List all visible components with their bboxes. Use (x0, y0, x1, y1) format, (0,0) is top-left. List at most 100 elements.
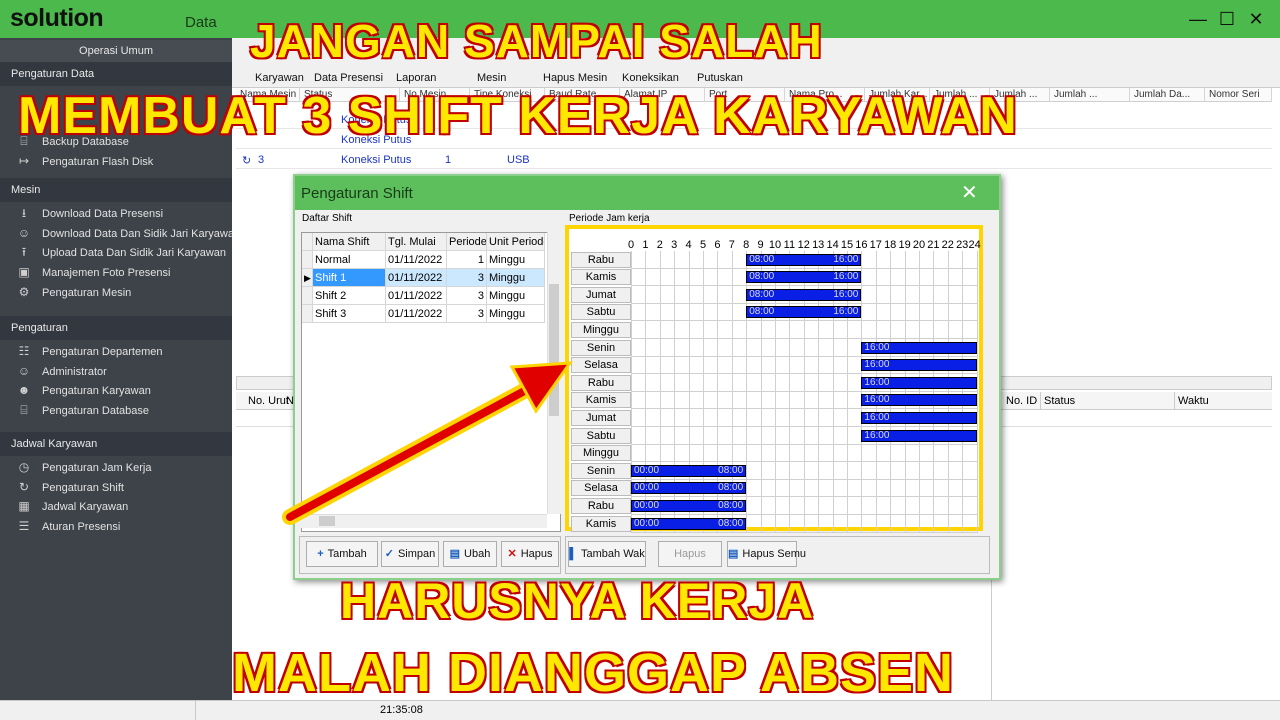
shift-cell-unit[interactable]: Minggu (487, 305, 545, 323)
toolbar-data-presensi-button[interactable]: Data Presensi (314, 72, 383, 84)
shift-cell-start[interactable]: 01/11/2022 (386, 251, 447, 269)
grid-line (631, 514, 977, 515)
simpan-button[interactable]: ✓ Simpan (381, 541, 439, 567)
sidebar-item-aturan-presensi[interactable]: ☰ Aturan Presensi (14, 517, 121, 535)
periode-label: Periode Jam kerja (569, 213, 650, 224)
toolbar-mesin-button[interactable]: Mesin (477, 72, 506, 84)
gear-icon: ⚙ (18, 284, 30, 299)
hapus-semua-button[interactable]: ▤ Hapus Semu (727, 541, 806, 567)
hapus-button[interactable]: ✕ Hapus (501, 541, 559, 567)
shift-time-bar[interactable]: 16:00 (861, 411, 977, 424)
sidebar-item-label: Pengaturan Departemen (42, 346, 163, 358)
device-status: Koneksi Putus (341, 154, 412, 166)
menu-data[interactable]: Data (185, 14, 217, 31)
shift-time-bar[interactable]: 08:00 16:00 (746, 288, 862, 301)
shift-cell-unit[interactable]: Minggu (487, 287, 545, 305)
shift-time-bar[interactable]: 16:00 (861, 376, 977, 389)
row-indicator[interactable]: ▶ (302, 269, 313, 287)
maximize-icon[interactable]: ☐ (1214, 6, 1240, 32)
bar-end-label: 16:00 (833, 271, 859, 283)
bar-end-label: 08:00 (718, 499, 744, 511)
lower-header-no-id: No. ID (1006, 395, 1038, 407)
shift-time-bar[interactable]: 00:00 08:00 (631, 517, 747, 530)
shift-cell-period[interactable]: 1 (447, 251, 487, 269)
toolbar-karyawan-button[interactable]: Karyawan (255, 72, 304, 84)
sidebar-section-3[interactable]: Jadwal Karyawan (0, 432, 232, 456)
shift-time-bar[interactable]: 08:00 16:00 (746, 306, 862, 319)
rules-icon: ☰ (18, 519, 30, 534)
sidebar-item-pengaturan-jam-kerja[interactable]: ◷ Pengaturan Jam Kerja (14, 458, 152, 476)
hour-label: 0 (627, 239, 635, 251)
sidebar-item-label: Pengaturan Karyawan (42, 385, 151, 398)
toolbar-koneksikan-button[interactable]: Koneksikan (622, 72, 679, 84)
sidebar-top-tab[interactable]: Operasi Umum (0, 40, 232, 62)
tambah-button[interactable]: + Tambah (306, 541, 378, 567)
shift-cell-period[interactable]: 3 (447, 287, 487, 305)
shift-cell-name[interactable]: Normal (313, 251, 386, 269)
shift-cell-period[interactable]: 3 (447, 305, 487, 323)
tambah-waktu-button[interactable]: ▌ Tambah Wak (568, 541, 646, 567)
bar-start-label: 08:00 (749, 288, 775, 300)
hour-label: 16 (855, 239, 868, 251)
sidebar-item-pengaturan-mesin[interactable]: ⚙ Pengaturan Mesin (14, 283, 132, 301)
sidebar-item-download-data-dan-sidik-jari-karyawan[interactable]: ☺ Download Data Dan Sidik Jari Karyawan (14, 224, 240, 242)
row-indicator[interactable] (302, 251, 313, 269)
shift-cell-period[interactable]: 3 (447, 269, 487, 287)
row-indicator[interactable] (302, 305, 313, 323)
upload-icon: ⭱ (21, 245, 27, 260)
sidebar-section-1[interactable]: Mesin (0, 178, 232, 202)
button-icon: + (317, 548, 324, 560)
shift-cell-unit[interactable]: Minggu (487, 251, 545, 269)
sidebar-item-download-data-presensi[interactable]: ⭳ Download Data Presensi (14, 204, 163, 222)
toolbar-putuskan-button[interactable]: Putuskan (697, 72, 743, 84)
sidebar-item-pengaturan-shift[interactable]: ↻ Pengaturan Shift (14, 478, 124, 496)
sidebar-item-administrator[interactable]: ☺ Administrator (14, 362, 107, 380)
ubah-button[interactable]: ▤ Ubah (443, 541, 497, 567)
sidebar-item-pengaturan-karyawan[interactable]: ☻ Pengaturan Karyawan (14, 381, 151, 399)
shift-cell-start[interactable]: 01/11/2022 (386, 287, 447, 305)
shift-time-bar[interactable]: 16:00 (861, 394, 977, 407)
sidebar-item-jadwal-karyawan[interactable]: ▦ Jadwal Karyawan (14, 497, 128, 515)
shift-cell-name[interactable]: Shift 2 (313, 287, 386, 305)
button-icon: ▌ (569, 548, 577, 560)
shift-time-bar[interactable]: 08:00 16:00 (746, 253, 862, 266)
shift-time-bar[interactable]: 00:00 08:00 (631, 464, 747, 477)
sidebar-item-manajemen-foto-presensi[interactable]: ▣ Manajemen Foto Presensi (14, 263, 170, 281)
dialog-close-icon[interactable]: ✕ (961, 180, 978, 205)
shift-time-bar[interactable]: 16:00 (861, 359, 977, 372)
hour-label: 24 (968, 239, 981, 251)
device-sync-icon: ↻ (242, 155, 252, 167)
hapus-waktu-button[interactable]: Hapus (658, 541, 722, 567)
grid-line (919, 251, 920, 533)
shift-cell-name[interactable]: Shift 1 (313, 269, 386, 287)
row-indicator[interactable] (302, 287, 313, 305)
device-name[interactable]: 3 (258, 154, 264, 166)
close-icon[interactable]: ✕ (1243, 6, 1269, 32)
divider (1040, 392, 1041, 410)
sidebar-section-0[interactable]: Pengaturan Data (0, 62, 232, 86)
shift-time-bar[interactable]: 16:00 (861, 429, 977, 442)
shift-cell-start[interactable]: 01/11/2022 (386, 269, 447, 287)
shift-cell-unit[interactable]: Minggu (487, 269, 545, 287)
grid-line (962, 251, 964, 533)
shift-time-bar[interactable]: 08:00 16:00 (746, 271, 862, 284)
sidebar-section-2[interactable]: Pengaturan (0, 316, 232, 340)
toolbar-hapus-mesin-button[interactable]: Hapus Mesin (543, 72, 607, 84)
users-icon: ☻ (17, 383, 31, 398)
shift-cell-start[interactable]: 01/11/2022 (386, 305, 447, 323)
sidebar-item-upload-data-dan-sidik-jari-karyawan[interactable]: ⭱ Upload Data Dan Sidik Jari Karyawan (14, 243, 226, 261)
bar-start-label: 00:00 (634, 482, 660, 494)
sidebar-item-pengaturan-departemen[interactable]: ☷ Pengaturan Departemen (14, 342, 163, 360)
minimize-icon[interactable]: — (1185, 6, 1211, 32)
shift-time-bar[interactable]: 00:00 08:00 (631, 482, 747, 495)
toolbar-laporan-button[interactable]: Laporan (396, 72, 436, 84)
bar-start-label: 00:00 (634, 517, 660, 529)
bar-start-label: 08:00 (749, 306, 775, 318)
grid-line (631, 408, 977, 410)
sidebar-item-pengaturan-flash-disk[interactable]: ↦ Pengaturan Flash Disk (14, 152, 153, 170)
shift-time-bar[interactable]: 00:00 08:00 (631, 499, 747, 512)
bar-start-label: 16:00 (864, 394, 890, 406)
shift-cell-name[interactable]: Shift 3 (313, 305, 386, 323)
sidebar-item-pengaturan-database[interactable]: ⌸ Pengaturan Database (14, 401, 149, 419)
shift-time-bar[interactable]: 16:00 (861, 341, 977, 354)
